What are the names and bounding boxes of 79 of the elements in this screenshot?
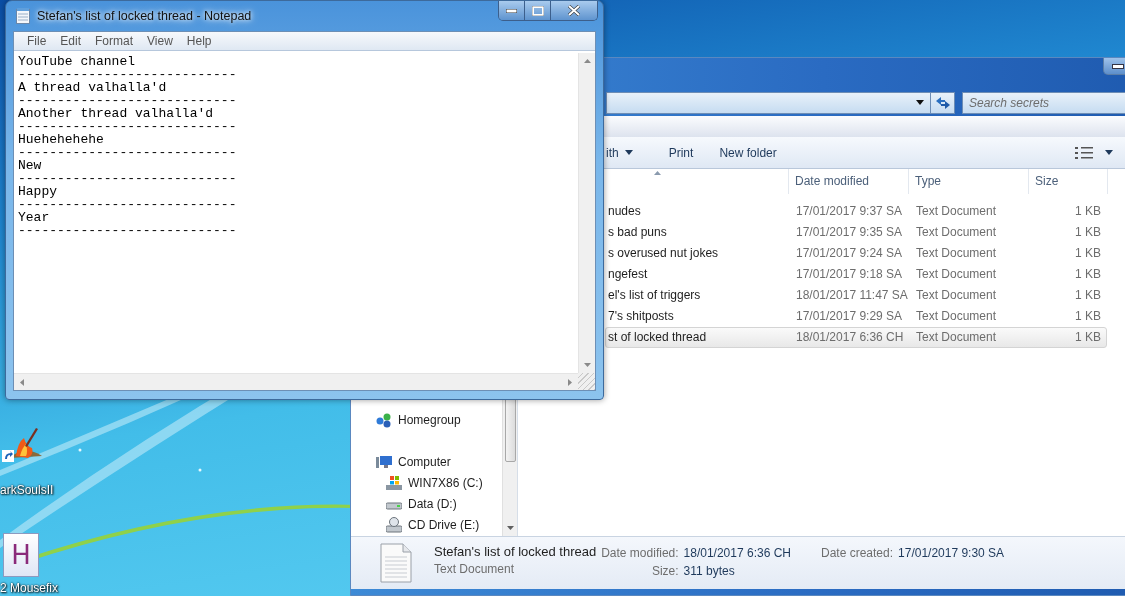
minimize-button[interactable]	[1103, 58, 1125, 75]
text-line: Huehehehehe	[18, 133, 105, 146]
menu-item[interactable]: Edit	[53, 34, 89, 48]
column-header[interactable]: Size	[1029, 168, 1108, 194]
file-row[interactable]: s overused nut jokes 17/01/2017 9:24 SA Text Document 1 KB	[605, 242, 1107, 264]
close-button[interactable]	[551, 1, 597, 20]
maximize-button[interactable]	[525, 1, 551, 20]
nav-item[interactable]: CD Drive (E:)	[376, 514, 502, 536]
homegroup-icon	[376, 412, 392, 429]
sort-arrow-icon[interactable]	[654, 170, 661, 175]
file-row[interactable]: s bad puns 17/01/2017 9:35 SA Text Document 1 KB	[605, 221, 1107, 243]
property-label: Date modified:	[601, 545, 679, 560]
close-icon	[568, 5, 580, 16]
text-line: YouTube channel	[18, 55, 137, 68]
property-value: 311 bytes	[683, 563, 736, 578]
caret-icon[interactable]	[1105, 150, 1113, 155]
refresh-button[interactable]	[931, 91, 955, 114]
minimize-icon	[506, 8, 517, 13]
details-view-icon	[1075, 146, 1093, 159]
search-field[interactable]: Search secrets	[962, 91, 1125, 114]
text-line: New	[18, 159, 43, 172]
text-line: ----------------------------	[18, 68, 238, 81]
maximize-icon	[531, 5, 544, 16]
resize-grip[interactable]	[578, 373, 595, 390]
file-row[interactable]: el's list of triggers 18/01/2017 11:47 SA Text Document 1 KB	[605, 284, 1107, 306]
minimize-button[interactable]	[499, 1, 525, 20]
nav-item[interactable]: Homegroup	[376, 409, 502, 431]
property-value: 18/01/2017 6:36 CH	[683, 545, 791, 560]
vertical-scrollbar[interactable]	[578, 53, 595, 373]
notepad-icon	[16, 8, 30, 24]
refresh-icon	[934, 96, 951, 109]
menu-item[interactable]: View	[140, 34, 180, 48]
scroll-right-icon[interactable]	[568, 378, 572, 386]
file-row[interactable]: 7's shitposts 17/01/2017 9:29 SA Text Document 1 KB	[605, 305, 1107, 327]
caret-icon	[916, 100, 924, 106]
horizontal-scrollbar[interactable]	[14, 373, 578, 390]
document-icon[interactable]: H	[3, 533, 39, 577]
windows-drive-icon	[386, 475, 402, 492]
toolbar-button[interactable]: ith	[606, 140, 643, 165]
computer-icon	[376, 454, 392, 471]
scroll-down-icon[interactable]	[583, 363, 591, 367]
text-line: ----------------------------	[18, 172, 238, 185]
file-row[interactable]: ngefest 17/01/2017 9:18 SA Text Document 1 KB	[605, 263, 1107, 285]
cd-drive-icon	[386, 517, 402, 534]
file-type: Text Document	[434, 561, 516, 576]
property-label: Date created:	[821, 545, 894, 560]
scroll-up-icon[interactable]	[583, 59, 591, 63]
scrollbar[interactable]	[502, 397, 517, 536]
text-line: ----------------------------	[18, 224, 238, 237]
view-button[interactable]	[1073, 144, 1095, 161]
menu-item[interactable]: Help	[179, 34, 219, 48]
text-line: A thread valhalla'd	[18, 81, 168, 94]
text-line: ----------------------------	[18, 120, 238, 133]
menu-item[interactable]: Format	[88, 34, 141, 48]
text-line: Another thread valhalla'd	[18, 107, 215, 120]
file-name: Stefan's list of locked thread	[434, 543, 597, 559]
toolbar-button[interactable]: Print	[658, 140, 704, 165]
column-header[interactable]: Date modified	[789, 168, 909, 194]
text-line: ----------------------------	[18, 94, 238, 107]
window-title: Stefan's list of locked thread - Notepad	[37, 9, 252, 23]
text-line: ----------------------------	[18, 146, 238, 159]
scroll-down-icon[interactable]	[506, 525, 514, 530]
file-row[interactable]: nudes 17/01/2017 9:37 SA Text Document 1 KB	[605, 200, 1107, 222]
text-line: Happy	[18, 185, 58, 198]
menu-item[interactable]: File	[20, 34, 54, 48]
address-bar[interactable]	[606, 91, 931, 114]
scroll-left-icon[interactable]	[20, 378, 24, 386]
property-label: Size:	[650, 563, 679, 578]
nav-item[interactable]: WIN7X86 (C:)	[376, 472, 502, 494]
property-value: 17/01/2017 9:30 SA	[898, 545, 1005, 560]
text-line: Year	[18, 211, 51, 224]
text-file-icon	[380, 542, 412, 583]
nav-item[interactable]: Data (D:)	[376, 493, 502, 515]
file-row[interactable]: st of locked thread 18/01/2017 6:36 CH Text Document 1 KB	[605, 326, 1107, 348]
nav-item[interactable]: Computer	[376, 451, 502, 473]
toolbar-button[interactable]: New folder	[709, 140, 787, 165]
text-line: ----------------------------	[18, 198, 238, 211]
column-header[interactable]: Type	[909, 168, 1029, 194]
scroll-thumb[interactable]	[504, 397, 516, 462]
